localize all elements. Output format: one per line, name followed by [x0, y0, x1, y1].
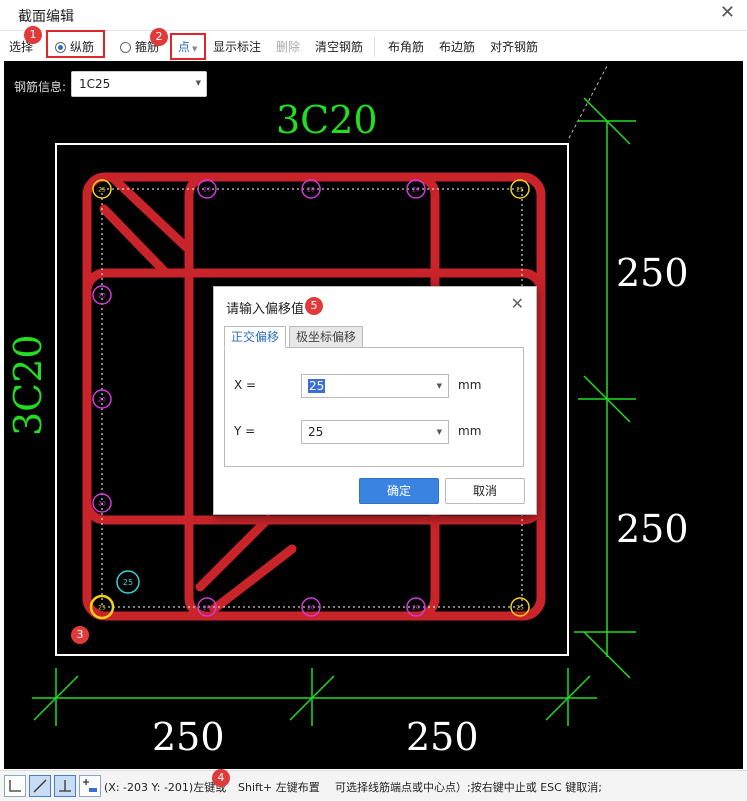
status-shift-hint: Shift+ 左键布置 [238, 781, 320, 794]
radio-unchecked-icon [120, 42, 131, 53]
edge-rebar-tag: 20 [307, 187, 315, 194]
delete-button[interactable]: 删除 [276, 38, 300, 55]
edge-rebar-tag: 20 [98, 501, 106, 508]
x-unit: mm [458, 378, 482, 392]
toolbar-separator [374, 37, 375, 57]
corner-rebar-tag: 25 [98, 605, 106, 612]
line-snap-icon[interactable] [29, 775, 51, 797]
title-bar: 截面编辑 ✕ [0, 0, 747, 31]
chevron-down-icon: ▼ [436, 428, 442, 436]
window-title: 截面编辑 [18, 9, 74, 25]
add-point-icon[interactable] [79, 775, 101, 797]
dim-text-bottom-left: 250 [152, 715, 225, 759]
edge-rebar-button[interactable]: 布边筋 [439, 38, 475, 55]
ok-button[interactable]: 确定 [359, 478, 439, 504]
perpendicular-snap-icon[interactable] [54, 775, 76, 797]
dim-text-right-top: 250 [616, 251, 689, 295]
dim-text-bottom-right: 250 [406, 715, 479, 759]
tab-panel: X = 25 ▼ mm Y = 25 ▼ mm [224, 347, 524, 467]
step-badge-5: 5 [305, 297, 323, 315]
edge-rebar-tag: 20 [98, 293, 106, 300]
clear-rebar-button[interactable]: 清空钢筋 [315, 38, 363, 55]
edge-rebar-tag: 20 [98, 397, 106, 404]
y-offset-value: 25 [308, 425, 324, 439]
highlight-box-longitudinal [46, 30, 105, 58]
offset-dialog: 请输入偏移值 ✕ 正交偏移 极坐标偏移 X = 25 ▼ mm Y = 25 ▼… [213, 286, 537, 515]
status-hint: 可选择线筋端点或中心点）;按右键中止或 ESC 键取消; [335, 781, 603, 794]
edge-rebar-tag: 20 [203, 187, 211, 194]
close-icon[interactable]: ✕ [511, 294, 524, 313]
status-bar: (X: -203 Y: -201)左键或 Shift+ 左键布置 可选择线筋端点… [0, 770, 747, 801]
dialog-title: 请输入偏移值 [226, 302, 305, 317]
x-label: X = [234, 378, 257, 392]
corner-rebar-tag: 25 [516, 605, 524, 612]
close-icon[interactable]: ✕ [720, 3, 735, 23]
dim-text-right-bottom: 250 [616, 507, 689, 551]
y-unit: mm [458, 424, 482, 438]
top-rebar-label: 3C20 [276, 98, 378, 142]
x-offset-value: 25 [308, 379, 326, 393]
tab-polar[interactable]: 极坐标偏移 [289, 326, 364, 348]
corner-rebar-tag: 25 [98, 187, 106, 194]
corner-rebar-tag: 25 [516, 187, 524, 194]
align-rebar-button[interactable]: 对齐钢筋 [490, 38, 538, 55]
y-offset-field[interactable]: 25 ▼ [301, 420, 449, 444]
edge-rebar-tag: 20 [412, 605, 420, 612]
chevron-down-icon: ▼ [436, 382, 442, 390]
cursor-rebar-tag: 25 [123, 578, 133, 587]
y-label: Y = [234, 424, 256, 438]
step-badge-3: 3 [71, 626, 89, 644]
cancel-button[interactable]: 取消 [445, 478, 525, 504]
tab-orthogonal[interactable]: 正交偏移 [224, 326, 287, 348]
show-annotation-button[interactable]: 显示标注 [213, 38, 261, 55]
status-coords: (X: -203 Y: -201)左键或 [104, 781, 227, 794]
corner-snap-icon[interactable] [4, 775, 26, 797]
edge-rebar-tag: 20 [307, 605, 315, 612]
edge-rebar-tag: 20 [412, 187, 420, 194]
corner-rebar-button[interactable]: 布角筋 [388, 38, 424, 55]
left-rebar-label: 3C20 [6, 334, 50, 436]
x-offset-field[interactable]: 25 ▼ [301, 374, 449, 398]
highlight-box-mode [170, 33, 206, 60]
step-badge-2: 2 [150, 28, 168, 46]
step-badge-1: 1 [24, 26, 42, 44]
step-badge-4: 4 [212, 769, 230, 787]
edge-rebar-tag: 20 [203, 605, 211, 612]
section-edit-window: 截面编辑 ✕ 选择 纵筋 箍筋 点 ▼ 显示标注 删除 清空钢筋 布角筋 布边筋 … [0, 0, 747, 801]
